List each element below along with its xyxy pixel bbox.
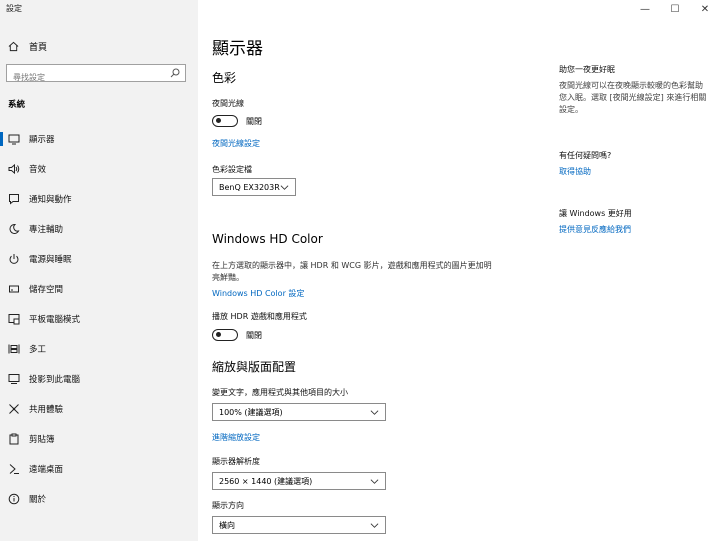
feedback-link[interactable]: 提供意見反應給我們 [559, 224, 631, 235]
search-icon[interactable] [170, 68, 180, 78]
sidebar-item-label: 電源與睡眠 [29, 255, 72, 265]
sidebar-item-label: 投影到此電腦 [29, 375, 81, 385]
info-icon [8, 493, 20, 505]
sleep-text: 夜間光線可以在夜晚顯示較暖的色彩幫助您入眠。選取 [夜間光線設定] 來進行相關設… [559, 81, 707, 114]
monitor-icon [8, 133, 20, 145]
play-hdr-label: 播放 HDR 遊戲和應用程式 [212, 312, 307, 321]
sidebar-nav: 顯示器 音效 通知與動作 專注輔助 電源與睡眠 儲存空間 平板電腦模式 多工 投… [0, 124, 198, 514]
page-title: 顯示器 [212, 39, 263, 59]
power-icon [8, 253, 20, 265]
sidebar-item-clipboard[interactable]: 剪貼簿 [0, 424, 198, 454]
sidebar-item-focus-assist[interactable]: 專注輔助 [0, 214, 198, 244]
night-light-toggle[interactable] [212, 115, 238, 127]
chevron-down-icon [370, 410, 379, 415]
chevron-down-icon [280, 185, 289, 190]
night-light-settings-link[interactable]: 夜間光線設定 [212, 138, 260, 149]
help-heading: 有任何疑問嗎? [559, 151, 612, 160]
toggle-knob [216, 118, 221, 123]
advanced-scaling-link[interactable]: 進階縮放設定 [212, 432, 260, 443]
color-profile-dropdown[interactable]: BenQ EX3203R [212, 178, 296, 196]
scale-label: 變更文字，應用程式與其他項目的大小 [212, 388, 348, 397]
sidebar-item-label: 顯示器 [29, 135, 55, 145]
sidebar-item-label: 儲存空間 [29, 285, 64, 295]
maximize-button[interactable]: ☐ [660, 0, 690, 18]
sidebar-item-display[interactable]: 顯示器 [0, 124, 198, 154]
orientation-value: 橫向 [219, 520, 235, 530]
scale-heading: 縮放與版面配置 [212, 360, 297, 374]
night-light-label: 夜間光線 [212, 99, 244, 108]
get-help-link[interactable]: 取得協助 [559, 166, 591, 177]
search-box[interactable] [6, 64, 186, 86]
sidebar-item-shared-experiences[interactable]: 共用體驗 [0, 394, 198, 424]
tablet-icon [8, 313, 20, 325]
resolution-value: 2560 × 1440 (建議選項) [219, 476, 313, 486]
sidebar-item-sound[interactable]: 音效 [0, 154, 198, 184]
play-hdr-toggle[interactable] [212, 329, 238, 341]
night-light-state: 關閉 [246, 117, 262, 126]
color-profile-label: 色彩設定檔 [212, 165, 252, 174]
orientation-label: 顯示方向 [212, 501, 244, 510]
sidebar-item-label: 剪貼簿 [29, 435, 55, 445]
sidebar-item-label: 音效 [29, 165, 47, 175]
clipboard-icon [8, 433, 20, 445]
improve-heading: 讓 Windows 更好用 [559, 209, 632, 218]
sidebar-item-label: 多工 [29, 345, 47, 355]
home-icon [8, 41, 19, 51]
resolution-dropdown[interactable]: 2560 × 1440 (建議選項) [212, 472, 386, 490]
resolution-label: 顯示器解析度 [212, 457, 260, 466]
sidebar-item-label: 專注輔助 [29, 225, 64, 235]
sidebar-item-multitasking[interactable]: 多工 [0, 334, 198, 364]
remote-icon [8, 463, 20, 475]
sleep-heading: 助您一夜更好眠 [559, 65, 615, 74]
hdr-description: 在上方選取的顯示器中，讓 HDR 和 WCG 影片，遊戲和應用程式的圖片更加明亮… [212, 261, 492, 282]
sidebar-item-remote-desktop[interactable]: 遠端桌面 [0, 454, 198, 484]
section-label: 系統 [8, 100, 26, 110]
sidebar-item-project[interactable]: 投影到此電腦 [0, 364, 198, 394]
color-heading: 色彩 [212, 71, 237, 85]
sidebar-item-label: 共用體驗 [29, 405, 64, 415]
sidebar-item-label: 平板電腦模式 [29, 315, 81, 325]
sidebar-item-power[interactable]: 電源與睡眠 [0, 244, 198, 274]
app-title: 設定 [6, 4, 22, 13]
speaker-icon [8, 163, 20, 175]
storage-icon [8, 283, 20, 295]
sidebar-item-label: 關於 [29, 495, 47, 505]
sidebar-item-notifications[interactable]: 通知與動作 [0, 184, 198, 214]
sidebar: 設定 首頁 系統 顯示器 音效 通知與動作 專注輔助 電源與睡眠 [0, 0, 198, 541]
hdr-settings-link[interactable]: Windows HD Color 設定 [212, 288, 304, 299]
home-label: 首頁 [29, 42, 48, 53]
sidebar-item-label: 遠端桌面 [29, 465, 64, 475]
toggle-knob [216, 332, 221, 337]
multitask-icon [8, 343, 20, 355]
sidebar-item-label: 通知與動作 [29, 195, 72, 205]
sidebar-item-about[interactable]: 關於 [0, 484, 198, 514]
share-icon [8, 403, 20, 415]
scale-dropdown[interactable]: 100% (建議選項) [212, 403, 386, 421]
scale-value: 100% (建議選項) [219, 407, 283, 417]
moon-icon [8, 223, 20, 235]
window-controls: — ☐ ✕ [630, 0, 720, 18]
chevron-down-icon [370, 523, 379, 528]
minimize-button[interactable]: — [630, 0, 660, 18]
hdr-heading: Windows HD Color [212, 232, 323, 246]
orientation-dropdown[interactable]: 橫向 [212, 516, 386, 534]
sidebar-item-tablet-mode[interactable]: 平板電腦模式 [0, 304, 198, 334]
close-button[interactable]: ✕ [690, 0, 720, 18]
search-input[interactable] [7, 69, 173, 86]
project-icon [8, 373, 20, 385]
play-hdr-state: 關閉 [246, 331, 262, 340]
home-nav-item[interactable]: 首頁 [8, 38, 47, 54]
color-profile-value: BenQ EX3203R [219, 182, 280, 192]
sidebar-item-storage[interactable]: 儲存空間 [0, 274, 198, 304]
notification-icon [8, 193, 20, 205]
chevron-down-icon [370, 479, 379, 484]
main-content: — ☐ ✕ 顯示器 色彩 夜間光線 關閉 夜間光線設定 色彩設定檔 BenQ E… [198, 0, 720, 541]
